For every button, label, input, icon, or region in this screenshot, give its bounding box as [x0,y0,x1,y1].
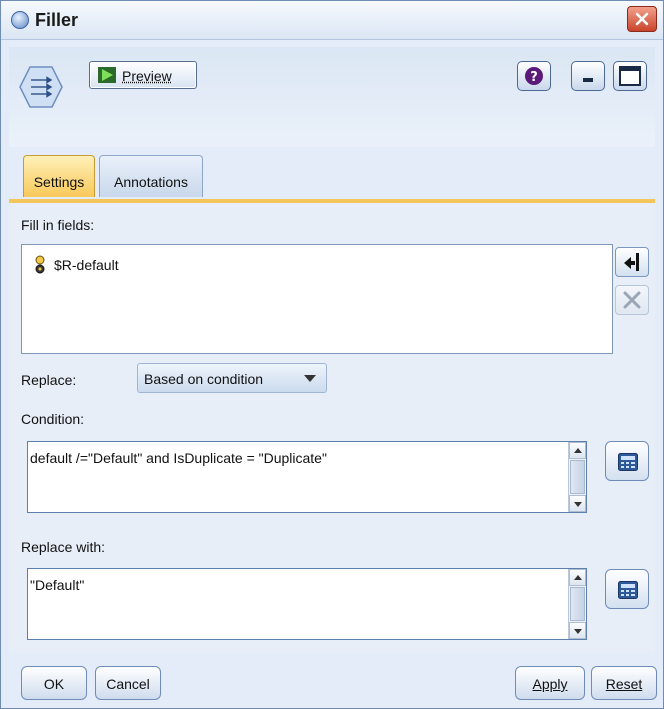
help-icon: ? [525,67,543,85]
preview-label: Preview [122,68,172,84]
field-name: $R-default [54,257,119,273]
tab-strip: Settings Annotations [21,153,655,199]
pick-fields-button[interactable] [615,247,649,277]
replace-label: Replace: [21,372,77,388]
replace-dropdown-value: Based on condition [144,371,264,387]
cancel-button[interactable]: Cancel [95,666,161,700]
chevron-down-icon [304,375,316,382]
preview-play-icon [98,67,116,83]
diamond-app-icon [11,11,29,29]
scroll-up-icon[interactable] [569,442,586,459]
ok-label: OK [43,676,65,692]
fill-in-fields-label: Fill in fields: [21,217,95,233]
ok-button[interactable]: OK [21,666,87,700]
replace-with-text: "Default" [30,577,85,593]
title-bar[interactable]: Filler [1,1,663,40]
scroll-thumb[interactable] [570,587,585,621]
field-picker-icon [624,253,639,271]
minimize-button[interactable] [571,61,605,91]
replace-with-input[interactable]: "Default" [27,568,587,640]
calculator-icon [618,453,638,471]
tab-annotations-label: Annotations [114,174,188,190]
reset-label: Reset [605,676,643,692]
delete-icon [623,291,641,309]
minimize-icon [583,78,593,82]
condition-expression-builder-button[interactable] [605,441,649,481]
condition-text: default /="Default" and IsDuplicate = "D… [30,450,327,466]
condition-label: Condition: [21,411,85,427]
scroll-down-icon[interactable] [569,495,586,512]
flag-field-icon [35,255,45,274]
filler-node-icon [19,66,63,108]
condition-input[interactable]: default /="Default" and IsDuplicate = "D… [27,441,587,513]
tab-settings-label: Settings [33,174,85,190]
close-button[interactable] [627,6,657,32]
preview-button[interactable]: Preview [89,61,197,89]
cancel-label: Cancel [106,676,150,692]
scroll-down-icon[interactable] [569,622,586,639]
condition-scrollbar[interactable] [568,442,586,512]
remove-field-button[interactable] [615,285,649,315]
maximize-button[interactable] [613,61,647,91]
apply-label: Apply [532,676,568,692]
tab-annotations[interactable]: Annotations [99,155,203,197]
filler-dialog: Filler Preview ? Settings Annotations Fi… [0,0,664,709]
replace-with-scrollbar[interactable] [568,569,586,639]
replace-with-expression-builder-button[interactable] [605,569,649,609]
svg-text:?: ? [530,70,538,85]
close-icon [635,12,649,26]
maximize-icon [619,66,641,86]
window-title: Filler [35,10,79,30]
toolbar: Preview ? [9,47,655,147]
scroll-thumb[interactable] [570,460,585,494]
calculator-icon [618,581,638,599]
scroll-up-icon[interactable] [569,569,586,586]
replace-dropdown[interactable]: Based on condition [137,363,327,393]
reset-button[interactable]: Reset [591,666,657,700]
fields-list[interactable]: $R-default [21,244,613,354]
tab-settings[interactable]: Settings [23,155,95,197]
help-button[interactable]: ? [517,61,551,91]
apply-button[interactable]: Apply [515,666,585,700]
replace-with-label: Replace with: [21,539,106,555]
